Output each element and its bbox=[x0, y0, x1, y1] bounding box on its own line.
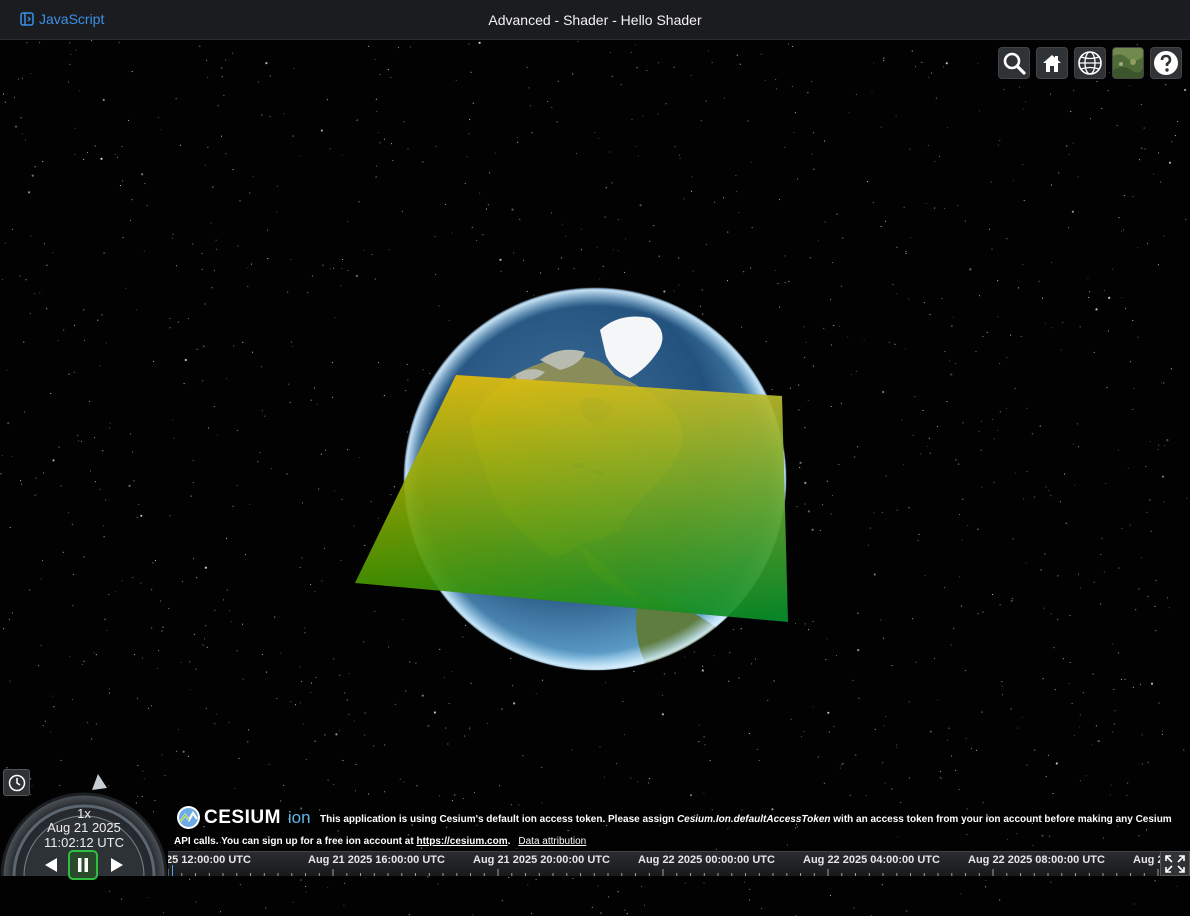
ion-logo-text: ion bbox=[287, 807, 311, 827]
base-layer-picker-button[interactable] bbox=[1112, 47, 1144, 79]
animation-speed: 1x bbox=[77, 806, 91, 821]
play-reverse-button[interactable] bbox=[38, 852, 64, 878]
token-warning-line2: API calls. You can sign up for a free io… bbox=[174, 836, 587, 847]
timeline-label: Aug 21 2025 16:00:00 UTC bbox=[308, 854, 445, 866]
timeline-label: Aug 22 2025 00:00:00 UTC bbox=[638, 854, 775, 866]
data-attribution-link[interactable]: Data attribution bbox=[518, 836, 586, 847]
globe-icon bbox=[1078, 51, 1102, 75]
token-warning-line1: This application is using Cesium's defau… bbox=[320, 814, 1172, 825]
fullscreen-icon bbox=[1165, 854, 1185, 873]
timeline-label: Aug 21 2025 12:00:00 UTC bbox=[168, 854, 251, 866]
animation-date: Aug 21 2025 bbox=[47, 820, 121, 835]
timeline[interactable]: Aug 21 2025 12:00:00 UTC Aug 21 2025 16:… bbox=[168, 851, 1160, 876]
cesium-logo-icon bbox=[177, 806, 200, 829]
home-button[interactable] bbox=[1036, 47, 1068, 79]
page-title: Advanced - Shader - Hello Shader bbox=[488, 12, 702, 28]
cesium-ion-logo[interactable]: CESIUM ion bbox=[176, 805, 311, 830]
token-code: Cesium.Ion.defaultAccessToken bbox=[676, 814, 831, 825]
home-icon bbox=[1043, 55, 1061, 72]
help-button[interactable] bbox=[1150, 47, 1182, 79]
pause-icon bbox=[78, 858, 88, 872]
search-icon bbox=[1003, 52, 1026, 75]
timeline-label: Aug 21 2025 20:00:00 UTC bbox=[473, 854, 610, 866]
globe-scene[interactable] bbox=[0, 40, 1190, 916]
play-forward-icon bbox=[111, 858, 123, 872]
geocoder-button[interactable] bbox=[998, 47, 1030, 79]
fullscreen-button[interactable] bbox=[1160, 851, 1190, 876]
timeline-label: Aug 22 2025 08:00:00 UTC bbox=[968, 854, 1105, 866]
pause-button[interactable] bbox=[68, 850, 98, 880]
help-icon bbox=[1154, 51, 1178, 75]
cesium-signup-link[interactable]: https://cesium.com bbox=[416, 836, 507, 847]
timeline-needle[interactable] bbox=[172, 865, 173, 876]
clock-mode-button[interactable] bbox=[3, 769, 30, 796]
cesium-logo-text: CESIUM bbox=[204, 806, 281, 828]
animation-time: 11:02:12 UTC bbox=[44, 835, 124, 850]
timeline-label: Aug 22 2025 04:00:00 UTC bbox=[803, 854, 940, 866]
play-reverse-icon bbox=[45, 858, 57, 872]
cesium-viewer[interactable] bbox=[0, 40, 1190, 916]
timeline-ticks bbox=[168, 869, 1159, 876]
imagery-icon bbox=[1113, 48, 1143, 78]
clock-icon bbox=[8, 774, 25, 791]
top-bar: JavaScript Advanced - Shader - Hello Sha… bbox=[0, 0, 1190, 40]
viewer-toolbar bbox=[998, 47, 1182, 79]
play-forward-button[interactable] bbox=[104, 852, 130, 878]
timeline-label: Aug 22 2025 12:00:00 UTC bbox=[1133, 854, 1160, 866]
scene-mode-button[interactable] bbox=[1074, 47, 1106, 79]
shuttle-ring-needle bbox=[92, 774, 107, 790]
